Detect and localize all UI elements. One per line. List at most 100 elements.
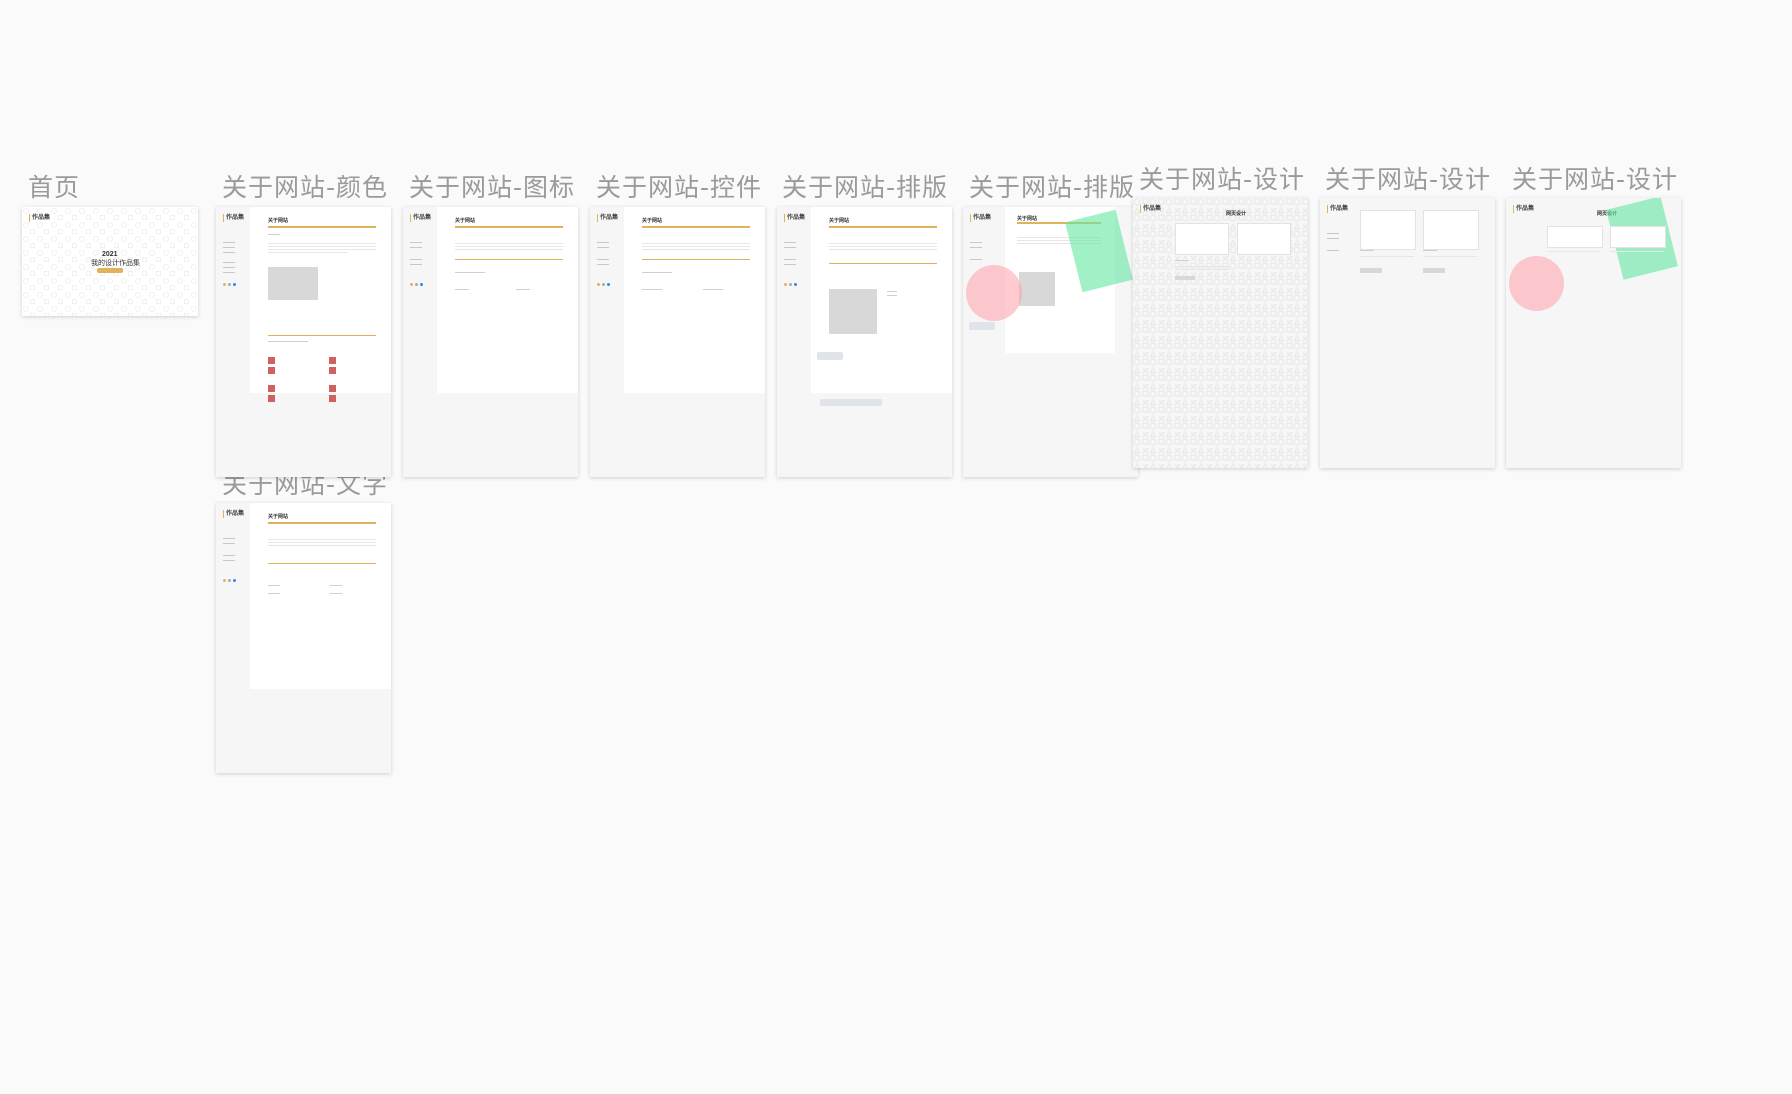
text-line <box>642 243 750 244</box>
text-line <box>1175 260 1189 261</box>
cover-year: 2021 <box>102 251 118 258</box>
mini-nav-item <box>223 242 235 243</box>
text-line <box>703 289 723 290</box>
text-line <box>1175 269 1229 270</box>
board-colors[interactable]: 作品集 关于网站 <box>216 207 391 477</box>
text-line <box>1423 256 1477 257</box>
text-line <box>829 243 937 244</box>
board-design-1[interactable]: 作品集 网页设计 <box>1133 198 1308 468</box>
text-line <box>330 593 342 594</box>
color-swatch <box>268 357 275 364</box>
mini-nav-item <box>784 259 796 260</box>
mini-content: 关于网站 <box>250 503 391 689</box>
text-line <box>268 234 280 235</box>
accent-rule <box>268 522 376 524</box>
mini-nav-item <box>223 252 235 253</box>
text-line <box>1175 266 1229 267</box>
accent-rule <box>455 226 563 228</box>
mini-heading: 关于网站 <box>642 218 663 224</box>
mini-nav-item <box>223 272 235 273</box>
text-line <box>642 272 672 273</box>
frame-title-controls[interactable]: 关于网站-控件 <box>596 168 762 204</box>
mini-logo: 作品集 <box>410 214 431 222</box>
board-design-2[interactable]: 作品集 <box>1320 198 1495 468</box>
text-line <box>1610 251 1664 252</box>
board-layout-1[interactable]: 作品集 关于网站 <box>777 207 952 477</box>
text-line <box>268 593 280 594</box>
mini-heading: 关于网站 <box>268 514 289 520</box>
frame-title-design-3[interactable]: 关于网站-设计 <box>1512 160 1678 196</box>
mini-nav-item <box>410 247 422 248</box>
text-line <box>268 585 280 586</box>
mini-social-icons <box>410 283 423 286</box>
mini-social-icons <box>223 579 236 582</box>
card-image <box>1610 226 1666 248</box>
color-swatch <box>268 395 275 402</box>
mini-logo: 作品集 <box>597 214 618 222</box>
mini-nav-item <box>784 242 796 243</box>
text-line <box>455 249 563 250</box>
text-line <box>455 243 563 244</box>
mini-nav-item <box>597 247 609 248</box>
text-line <box>268 542 376 543</box>
board-design-3[interactable]: 作品集 网页设计 <box>1506 198 1681 468</box>
text-line <box>642 246 750 247</box>
text-line <box>455 272 485 273</box>
text-line <box>268 246 376 247</box>
accent-rule <box>642 259 750 260</box>
mini-nav-item <box>1327 238 1339 239</box>
accent-rule <box>455 259 563 260</box>
frame-title-icons[interactable]: 关于网站-图标 <box>409 168 575 204</box>
mini-nav-item <box>223 560 235 561</box>
board-text[interactable]: 作品集 关于网站 <box>216 503 391 773</box>
mini-nav-item <box>784 247 796 248</box>
board-home[interactable]: 作品集 2021 我的设计作品集 <box>22 207 198 316</box>
text-line <box>829 246 937 247</box>
pink-blob-decoration <box>966 265 1022 321</box>
mini-heading: 网页设计 <box>1226 211 1247 217</box>
mini-nav-item <box>223 555 235 556</box>
frame-title-colors[interactable]: 关于网站-颜色 <box>222 168 388 204</box>
mini-social-icons <box>223 283 236 286</box>
mini-logo: 作品集 <box>1513 205 1534 213</box>
mini-logo: 作品集 <box>784 214 805 222</box>
text-line <box>455 289 469 290</box>
mini-nav-item <box>1327 233 1339 234</box>
board-layout-2[interactable]: 作品集 关于网站 <box>963 207 1138 477</box>
mini-nav-item <box>223 543 235 544</box>
cover-subtitle: 我的设计作品集 <box>91 260 140 267</box>
mini-nav-item <box>223 247 235 248</box>
mini-logo: 作品集 <box>1327 205 1348 213</box>
frame-title-layout-2[interactable]: 关于网站-排版 <box>969 168 1135 204</box>
accent-rule <box>642 226 750 228</box>
mini-logo: 作品集 <box>29 214 50 222</box>
mini-nav-item <box>970 247 982 248</box>
accent-rule <box>268 335 376 336</box>
blurred-element <box>969 322 995 330</box>
card-button <box>1360 268 1382 273</box>
text-line <box>1360 250 1374 251</box>
frame-title-design-1[interactable]: 关于网站-设计 <box>1139 160 1305 196</box>
board-icons[interactable]: 作品集 关于网站 <box>403 207 578 477</box>
card-button <box>1423 268 1445 273</box>
mini-nav-item <box>784 264 796 265</box>
mini-logo: 作品集 <box>970 214 991 222</box>
text-line <box>268 539 376 540</box>
mini-nav-item <box>410 259 422 260</box>
mini-nav-item <box>597 264 609 265</box>
text-line <box>455 246 563 247</box>
board-controls[interactable]: 作品集 关于网站 <box>590 207 765 477</box>
frame-title-home[interactable]: 首页 <box>28 168 80 204</box>
frame-title-design-2[interactable]: 关于网站-设计 <box>1325 160 1491 196</box>
card-image <box>1423 210 1479 250</box>
color-swatch <box>268 385 275 392</box>
card-image <box>1547 226 1603 248</box>
text-line <box>268 243 376 244</box>
image-placeholder <box>1019 272 1055 306</box>
frame-title-layout-1[interactable]: 关于网站-排版 <box>782 168 948 204</box>
mini-nav-item <box>597 242 609 243</box>
blurred-element <box>817 352 843 360</box>
accent-rule <box>268 226 376 228</box>
accent-rule <box>829 226 937 228</box>
mini-content: 关于网站 <box>624 207 765 393</box>
